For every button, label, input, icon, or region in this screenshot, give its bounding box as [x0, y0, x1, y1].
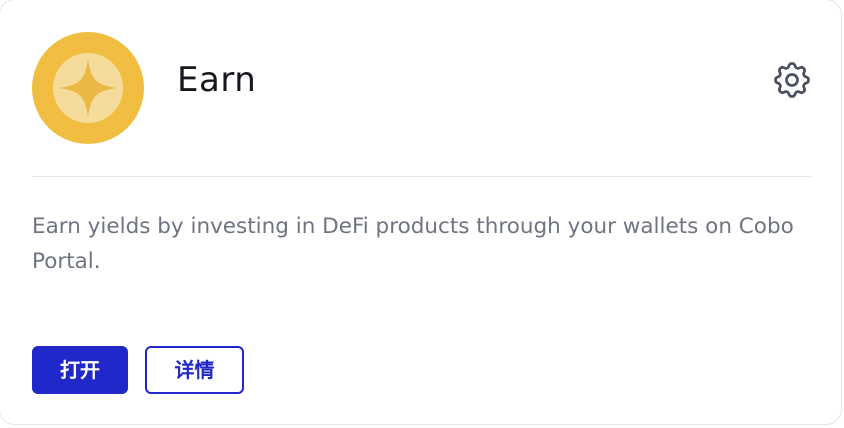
earn-app-card: Earn Earn yields by investing in DeFi pr… — [0, 0, 842, 425]
details-button[interactable]: 详情 — [145, 346, 244, 394]
gear-icon — [774, 62, 810, 98]
open-button[interactable]: 打开 — [32, 346, 128, 394]
settings-button[interactable] — [770, 58, 814, 102]
app-description: Earn yields by investing in DeFi product… — [32, 214, 794, 274]
header-divider — [32, 176, 812, 177]
app-title: Earn — [177, 60, 257, 100]
earn-logo-icon — [32, 32, 144, 144]
